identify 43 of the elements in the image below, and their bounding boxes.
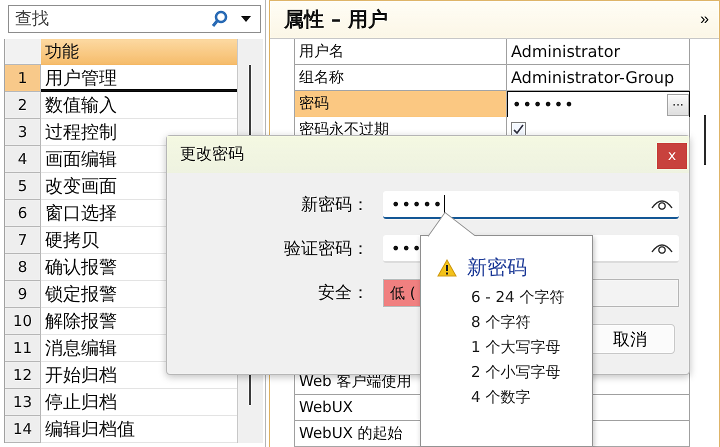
browse-button[interactable]: ···	[667, 94, 689, 116]
row-number: 8	[5, 254, 41, 281]
function-item[interactable]: 编辑归档值	[41, 416, 237, 443]
field-label: 新密码：	[300, 194, 369, 217]
search-icon[interactable]	[211, 10, 229, 28]
function-item[interactable]: 用户管理	[41, 65, 237, 92]
row-number: 12	[5, 362, 41, 389]
header-corner	[5, 39, 41, 65]
row-number: 7	[5, 227, 41, 254]
function-item[interactable]: 数值输入	[41, 92, 237, 119]
row-number: 3	[5, 119, 41, 146]
field-label: 安全：	[317, 282, 369, 305]
password-field[interactable]: •••••• ···	[507, 91, 690, 118]
column-header: 功能	[41, 39, 237, 65]
row-number: 4	[5, 146, 41, 173]
row-number: 1	[5, 65, 41, 92]
row-number: 9	[5, 281, 41, 308]
requirement-text: 2 个小写字母	[470, 362, 562, 383]
row-number: 13	[5, 389, 41, 416]
function-item[interactable]: 停止归档	[41, 389, 237, 416]
close-button[interactable]: x	[657, 142, 687, 168]
search-field[interactable]: 查找	[8, 5, 261, 33]
property-value: Administrator	[511, 41, 620, 63]
requirement-text: 8 个字符	[470, 312, 532, 333]
warning-icon	[437, 258, 457, 276]
strength-reading: 低 (	[390, 284, 416, 302]
requirement-text: 6 - 24 个字符	[470, 287, 566, 308]
property-name[interactable]: 组名称	[294, 65, 507, 90]
property-name[interactable]: 用户名	[294, 39, 507, 64]
dropdown-caret-icon[interactable]	[241, 16, 251, 22]
row-number: 11	[5, 335, 41, 362]
expand-button[interactable]: »	[700, 10, 709, 28]
property-name[interactable]: 密码	[294, 91, 507, 118]
field-label: 验证密码：	[283, 238, 369, 261]
property-value: Administrator-Group	[511, 67, 674, 89]
tooltip-title: 新密码	[467, 254, 527, 281]
row-number: 2	[5, 92, 41, 119]
row-number: 6	[5, 200, 41, 227]
row-number: 5	[5, 173, 41, 200]
requirement-text: 1 个大写字母	[470, 337, 562, 358]
row-number: 10	[5, 308, 41, 335]
row-number: 14	[5, 416, 41, 443]
panel-title: 属性 – 用户	[284, 6, 389, 33]
